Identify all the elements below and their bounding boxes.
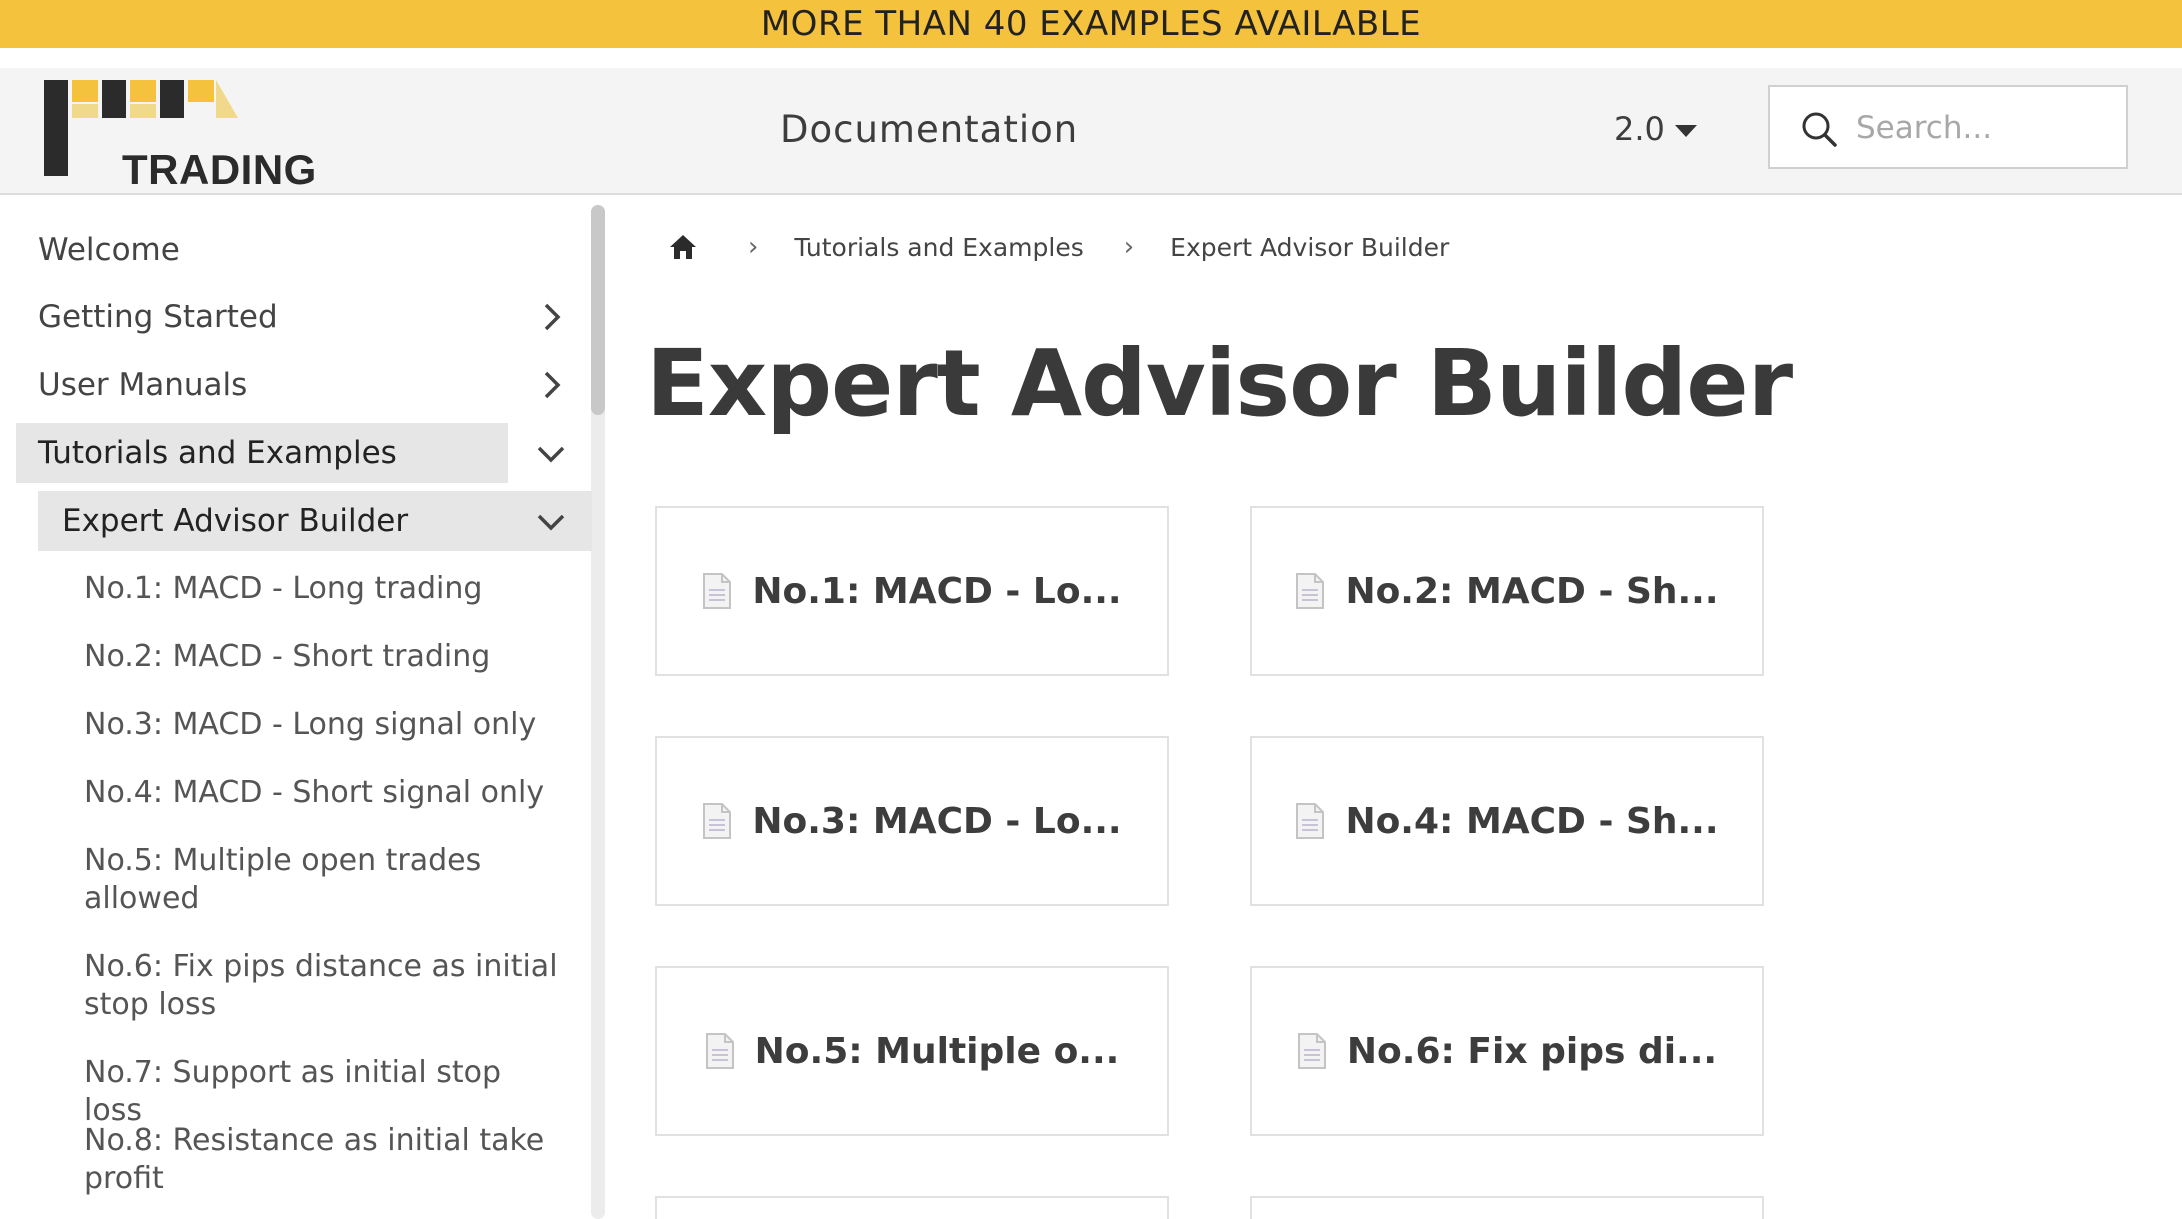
- version-label: 2.0: [1614, 110, 1665, 148]
- example-card[interactable]: No.2: MACD - Sh...: [1250, 506, 1764, 676]
- sidebar-subitem[interactable]: No.3: MACD - Long signal only: [84, 706, 564, 744]
- example-card[interactable]: No.4: MACD - Sh...: [1250, 736, 1764, 906]
- sidebar-subitem[interactable]: No.7: Support as initial stop loss: [84, 1054, 564, 1130]
- top-header: TRADING Documentation 2.0: [0, 68, 2182, 195]
- document-icon: [1296, 573, 1325, 609]
- card-title: No.2: MACD - Sh...: [1345, 570, 1719, 612]
- home-icon[interactable]: [668, 232, 698, 262]
- example-card-partial[interactable]: [1250, 1196, 1764, 1219]
- sidebar-item-label: Getting Started: [38, 299, 278, 335]
- brand-logo[interactable]: TRADING: [42, 78, 316, 193]
- version-selector[interactable]: 2.0: [1614, 110, 1697, 148]
- document-icon: [705, 1033, 734, 1069]
- header-title[interactable]: Documentation: [780, 108, 1078, 151]
- example-card[interactable]: No.1: MACD - Lo...: [655, 506, 1169, 676]
- search-icon: [1802, 112, 1837, 147]
- example-card[interactable]: No.5: Multiple o...: [655, 966, 1169, 1136]
- search-box[interactable]: [1768, 85, 2128, 169]
- sidebar-item-expert-advisor-builder[interactable]: Expert Advisor Builder: [38, 491, 592, 551]
- chevron-down-icon[interactable]: [535, 510, 567, 534]
- sidebar-item-user-manuals[interactable]: User Manuals: [38, 363, 568, 407]
- breadcrumb-link[interactable]: Tutorials and Examples: [794, 233, 1083, 262]
- sidebar-item-label: Welcome: [38, 232, 180, 268]
- sidebar-subitem[interactable]: No.1: MACD - Long trading: [84, 570, 564, 608]
- chevron-right-icon[interactable]: [540, 301, 564, 333]
- document-icon: [703, 573, 732, 609]
- sidebar-subitem[interactable]: No.5: Multiple open trades allowed: [84, 842, 564, 918]
- breadcrumb: › Tutorials and Examples › Expert Adviso…: [668, 232, 1449, 262]
- logo-text: TRADING: [122, 146, 317, 193]
- caret-down-icon: [1674, 125, 1697, 137]
- card-title: No.6: Fix pips di...: [1346, 1030, 1718, 1072]
- document-icon: [1296, 803, 1325, 839]
- example-card[interactable]: No.6: Fix pips di...: [1250, 966, 1764, 1136]
- card-title: No.1: MACD - Lo...: [752, 570, 1122, 612]
- sidebar-subitem[interactable]: No.6: Fix pips distance as initial stop …: [84, 948, 564, 1024]
- page-title: Expert Advisor Builder: [646, 330, 1793, 437]
- document-icon: [703, 803, 732, 839]
- sidebar-item-label: User Manuals: [38, 367, 248, 403]
- sidebar-item-welcome[interactable]: Welcome: [38, 228, 180, 272]
- sidebar-subitem[interactable]: No.2: MACD - Short trading: [84, 638, 564, 676]
- promo-banner-text: MORE THAN 40 EXAMPLES AVAILABLE: [760, 4, 1422, 44]
- example-card[interactable]: No.3: MACD - Lo...: [655, 736, 1169, 906]
- sidebar-item-getting-started[interactable]: Getting Started: [38, 295, 568, 339]
- chevron-down-icon[interactable]: [535, 442, 567, 466]
- sidebar-item-tutorials-and-examples[interactable]: Tutorials and Examples: [16, 423, 508, 483]
- chevron-right-icon: ›: [1123, 232, 1135, 262]
- sidebar-subitem[interactable]: No.8: Resistance as initial take profit: [84, 1122, 564, 1198]
- chevron-right-icon[interactable]: [540, 369, 564, 401]
- document-icon: [1297, 1033, 1326, 1069]
- sidebar-item-label: Tutorials and Examples: [38, 435, 397, 471]
- card-title: No.5: Multiple o...: [754, 1030, 1120, 1072]
- example-card-partial[interactable]: [655, 1196, 1169, 1219]
- breadcrumb-current: Expert Advisor Builder: [1170, 232, 1450, 262]
- sidebar-item-label: Expert Advisor Builder: [62, 503, 409, 539]
- card-title: No.3: MACD - Lo...: [752, 800, 1122, 842]
- card-title: No.4: MACD - Sh...: [1345, 800, 1719, 842]
- sidebar-subitem[interactable]: No.4: MACD - Short signal only: [84, 774, 564, 812]
- chevron-right-icon: ›: [748, 232, 759, 262]
- search-input[interactable]: [1854, 101, 2118, 155]
- sidebar-scrollbar-thumb[interactable]: [591, 205, 605, 415]
- promo-banner[interactable]: MORE THAN 40 EXAMPLES AVAILABLE: [0, 0, 2182, 48]
